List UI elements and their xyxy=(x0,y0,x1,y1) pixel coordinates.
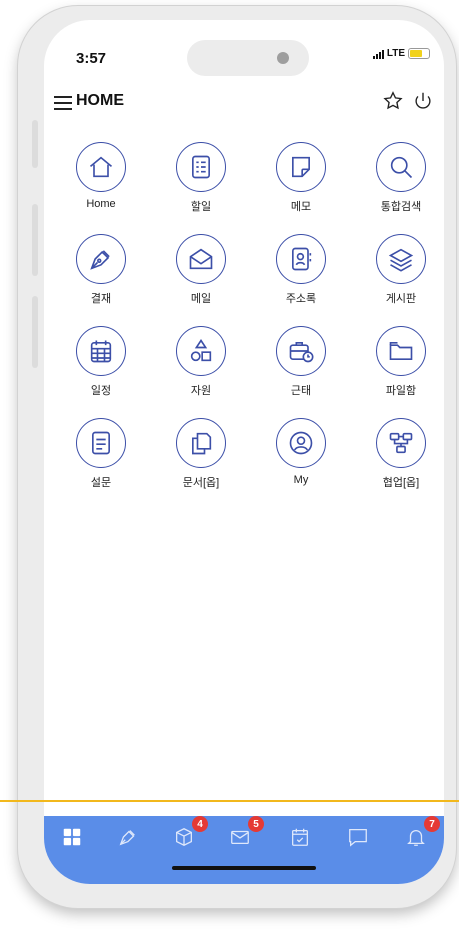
search-icon xyxy=(390,156,413,179)
grid-label: 협업[옵] xyxy=(382,477,420,489)
camera-icon xyxy=(277,52,289,64)
phone-screen: 3:57 LTE HOME Home 할일 메모 통합검색 결재 메일 주소록 … xyxy=(44,20,444,884)
grid-label: 파일함 xyxy=(385,385,417,397)
page-title: HOME xyxy=(76,92,124,109)
grid-label: 메일 xyxy=(190,293,212,305)
briefcase-clock-icon xyxy=(289,342,314,363)
nav-approval[interactable] xyxy=(114,826,142,848)
dynamic-island xyxy=(187,40,309,76)
folder-icon xyxy=(389,342,413,360)
grid-item-schedule[interactable]: 일정 xyxy=(56,326,146,398)
open-envelope-icon xyxy=(189,248,213,270)
calendar-check-icon xyxy=(292,828,308,846)
chat-icon xyxy=(349,829,367,847)
battery-icon xyxy=(408,48,430,59)
collaboration-icon xyxy=(389,432,413,454)
grid-label: 게시판 xyxy=(385,293,417,305)
notification-badge: 4 xyxy=(192,816,208,832)
box-icon xyxy=(176,828,192,846)
layers-icon xyxy=(388,248,414,272)
grid-label: Home xyxy=(86,198,116,210)
nav-notifications[interactable]: 7 xyxy=(402,816,440,848)
volume-up-button xyxy=(32,204,38,276)
shapes-icon xyxy=(190,339,212,362)
pen-nib-icon xyxy=(119,830,135,846)
grid-label: 주소록 xyxy=(285,293,317,305)
pen-nib-icon xyxy=(90,250,110,270)
address-book-icon xyxy=(292,247,312,271)
grid-item-resource[interactable]: 자원 xyxy=(156,326,246,398)
memo-icon xyxy=(292,156,310,178)
notification-badge: 7 xyxy=(424,816,440,832)
grid-item-survey[interactable]: 설문 xyxy=(56,418,146,490)
grid-label: 일정 xyxy=(90,385,112,397)
notification-badge: 5 xyxy=(248,816,264,832)
grid-item-approval[interactable]: 결재 xyxy=(56,234,146,306)
bell-icon xyxy=(407,830,425,846)
grid-label: 할일 xyxy=(190,201,212,213)
grid-label: 근태 xyxy=(290,385,312,397)
power-icon[interactable] xyxy=(412,90,434,112)
app-header: HOME xyxy=(44,88,444,124)
grid-item-files[interactable]: 파일함 xyxy=(356,326,444,398)
bottom-nav: 4 5 7 xyxy=(44,816,444,884)
home-icon xyxy=(89,156,113,178)
divider-line xyxy=(0,800,459,802)
grid-item-board[interactable]: 게시판 xyxy=(356,234,444,306)
nav-calendar[interactable] xyxy=(286,826,314,848)
grid-item-contacts[interactable]: 주소록 xyxy=(256,234,346,306)
grid-label: 자원 xyxy=(190,385,212,397)
nav-mail[interactable]: 5 xyxy=(226,816,264,848)
status-time: 3:57 xyxy=(76,50,107,67)
star-icon[interactable] xyxy=(382,90,404,112)
home-indicator[interactable] xyxy=(172,866,316,870)
grid-label: My xyxy=(293,474,309,486)
grid-item-mail[interactable]: 메일 xyxy=(156,234,246,306)
nav-box[interactable]: 4 xyxy=(170,816,208,848)
grid-item-collaboration[interactable]: 협업[옵] xyxy=(356,418,444,490)
grid-item-todo[interactable]: 할일 xyxy=(156,142,246,214)
grid-label: 통합검색 xyxy=(380,201,422,213)
checklist-icon xyxy=(192,155,210,179)
grid-item-attendance[interactable]: 근태 xyxy=(256,326,346,398)
grid-label: 설문 xyxy=(90,477,112,489)
mute-switch xyxy=(32,120,38,168)
menu-icon[interactable] xyxy=(54,96,72,112)
grid-item-documents[interactable]: 문서[옵] xyxy=(156,418,246,490)
network-label: LTE xyxy=(386,48,405,59)
nav-dashboard[interactable] xyxy=(58,826,86,848)
grid-item-search[interactable]: 통합검색 xyxy=(356,142,444,214)
calendar-grid-icon xyxy=(90,340,112,363)
grid-label: 결재 xyxy=(90,293,112,305)
volume-down-button xyxy=(32,296,38,368)
grid-item-home[interactable]: Home xyxy=(56,142,146,210)
documents-icon xyxy=(192,432,212,455)
grid-item-memo[interactable]: 메모 xyxy=(256,142,346,214)
survey-icon xyxy=(92,431,110,455)
mail-icon xyxy=(231,830,249,845)
grid-item-my[interactable]: My xyxy=(256,418,346,486)
grid-label: 문서[옵] xyxy=(182,477,220,489)
grid-label: 메모 xyxy=(290,201,312,213)
user-circle-icon xyxy=(289,431,313,455)
status-indicators: LTE xyxy=(372,48,430,59)
nav-chat[interactable] xyxy=(344,826,372,848)
signal-icon xyxy=(372,49,384,59)
dashboard-icon xyxy=(63,828,81,846)
